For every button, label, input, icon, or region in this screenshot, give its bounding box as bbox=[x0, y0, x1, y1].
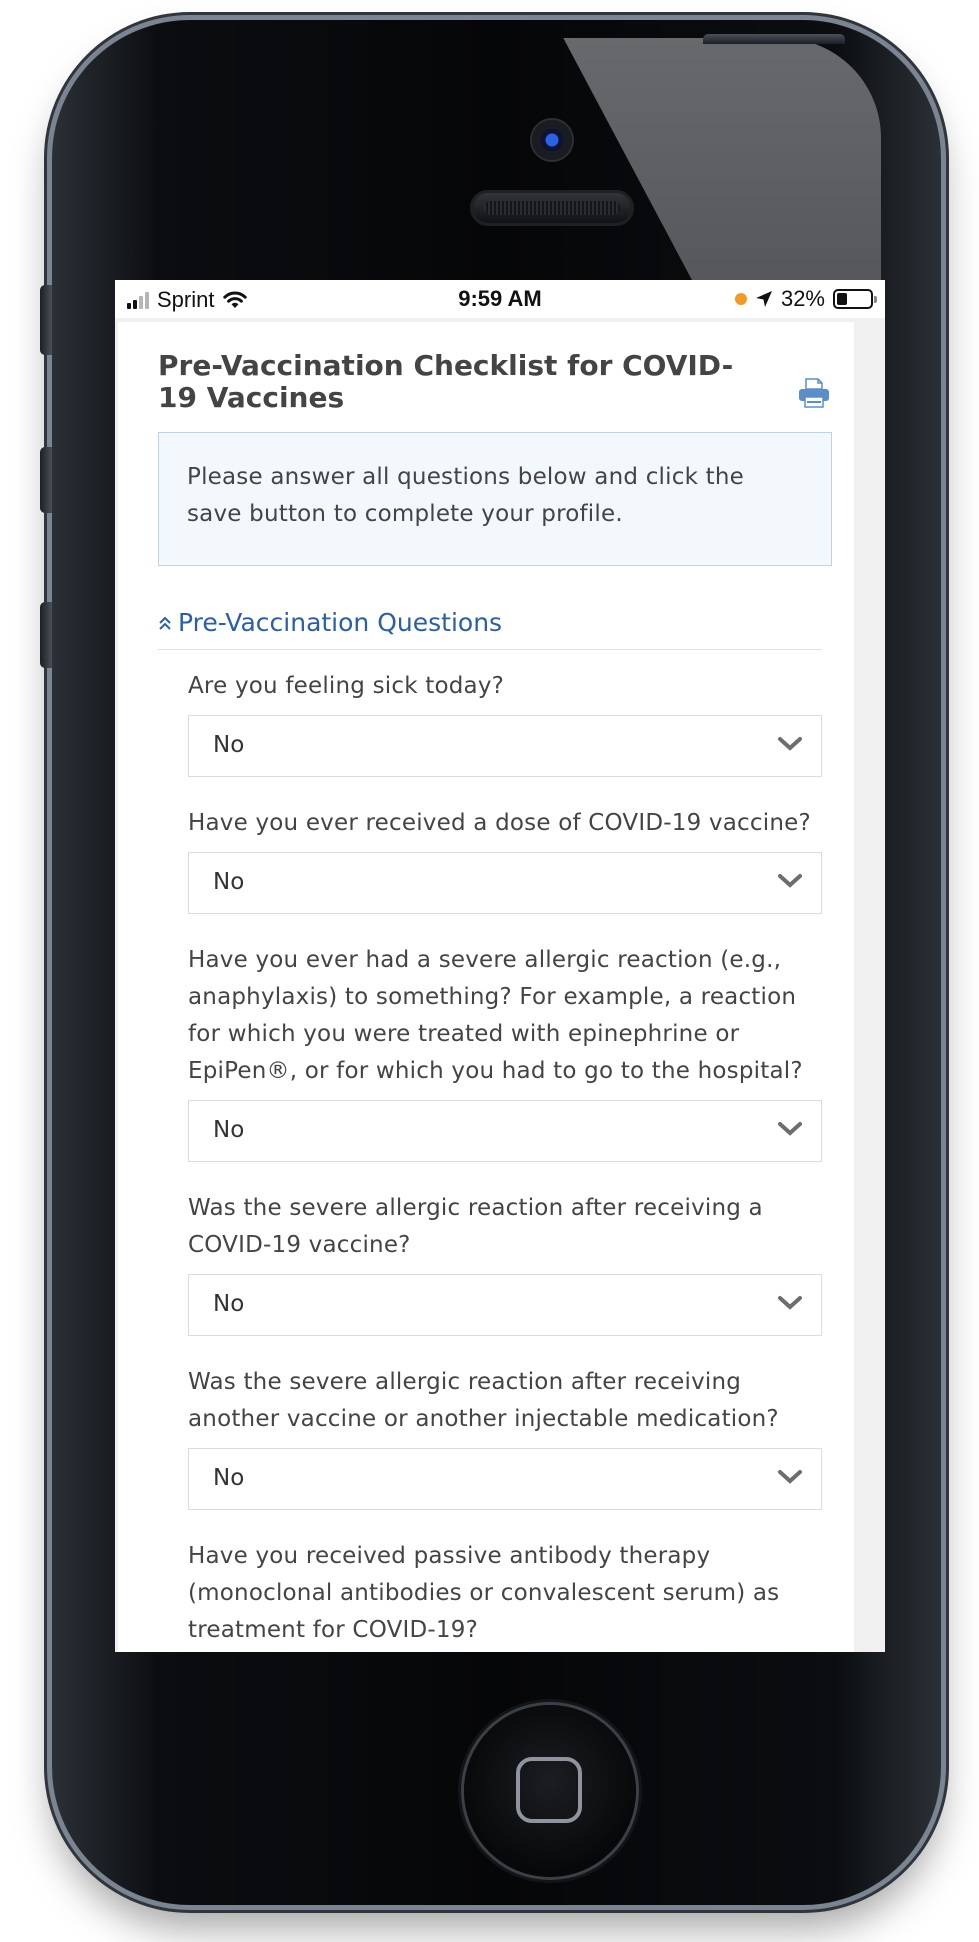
chevron-down-icon bbox=[778, 1470, 802, 1484]
answer-select[interactable]: No bbox=[188, 852, 822, 914]
select-value: No bbox=[213, 732, 245, 758]
select-value: No bbox=[213, 869, 245, 895]
battery-level-fill bbox=[837, 293, 848, 305]
chevron-down-icon bbox=[778, 1296, 802, 1310]
question-item: Was the severe allergic reaction after r… bbox=[188, 1364, 822, 1510]
page-title: Pre-Vaccination Checklist for COVID-19 V… bbox=[158, 349, 734, 414]
section-toggle-pre-vaccination-questions[interactable]: Pre-Vaccination Questions bbox=[158, 608, 822, 650]
question-label: Have you ever had a severe allergic reac… bbox=[188, 947, 803, 1084]
checklist-page: Pre-Vaccination Checklist for COVID-19 V… bbox=[118, 322, 854, 1652]
print-icon[interactable] bbox=[798, 378, 830, 408]
question-item: Have you ever received a dose of COVID-1… bbox=[188, 805, 822, 914]
instructions-text: Please answer all questions below and cl… bbox=[187, 464, 744, 527]
questions-list: Are you feeling sick today? No Have you … bbox=[188, 668, 822, 1652]
answer-select[interactable]: No bbox=[188, 1100, 822, 1162]
volume-down-button bbox=[40, 602, 52, 668]
battery-percent: 32% bbox=[780, 286, 825, 311]
answer-select[interactable]: No bbox=[188, 715, 822, 777]
home-square-icon bbox=[516, 1757, 582, 1823]
chevron-down-icon bbox=[778, 737, 802, 751]
question-item: Have you received passive antibody thera… bbox=[188, 1538, 822, 1649]
chevron-down-icon bbox=[778, 1122, 802, 1136]
power-button bbox=[703, 34, 845, 44]
question-label: Have you received passive antibody thera… bbox=[188, 1543, 780, 1643]
double-chevron-up-icon bbox=[159, 616, 171, 630]
earpiece-speaker bbox=[470, 190, 634, 226]
select-value: No bbox=[213, 1117, 245, 1143]
section-title: Pre-Vaccination Questions bbox=[178, 608, 503, 637]
question-item: Are you feeling sick today? No bbox=[188, 668, 822, 777]
front-camera bbox=[532, 120, 572, 160]
question-item: Have you ever had a severe allergic reac… bbox=[188, 942, 822, 1162]
answer-select[interactable]: No bbox=[188, 1448, 822, 1510]
mute-switch bbox=[40, 285, 52, 355]
question-label: Was the severe allergic reaction after r… bbox=[188, 1195, 763, 1258]
question-label: Was the severe allergic reaction after r… bbox=[188, 1369, 779, 1432]
chevron-down-icon bbox=[778, 874, 802, 888]
volume-up-button bbox=[40, 447, 52, 513]
phone-glass-reflection bbox=[112, 38, 881, 298]
question-label: Are you feeling sick today? bbox=[188, 673, 505, 699]
instructions-box: Please answer all questions below and cl… bbox=[158, 432, 832, 566]
location-arrow-icon bbox=[755, 291, 772, 307]
recording-indicator-dot bbox=[734, 293, 747, 305]
question-item: Was the severe allergic reaction after r… bbox=[188, 1190, 822, 1336]
question-label: Have you ever received a dose of COVID-1… bbox=[188, 810, 811, 836]
phone-screen: Sprint 9:59 AM 32% Pre-Vaccination Check… bbox=[115, 280, 885, 1652]
select-value: No bbox=[213, 1291, 245, 1317]
battery-icon bbox=[833, 289, 877, 309]
status-bar: Sprint 9:59 AM 32% bbox=[115, 280, 885, 318]
select-value: No bbox=[213, 1465, 245, 1491]
home-button[interactable] bbox=[464, 1705, 636, 1877]
answer-select[interactable]: No bbox=[188, 1274, 822, 1336]
